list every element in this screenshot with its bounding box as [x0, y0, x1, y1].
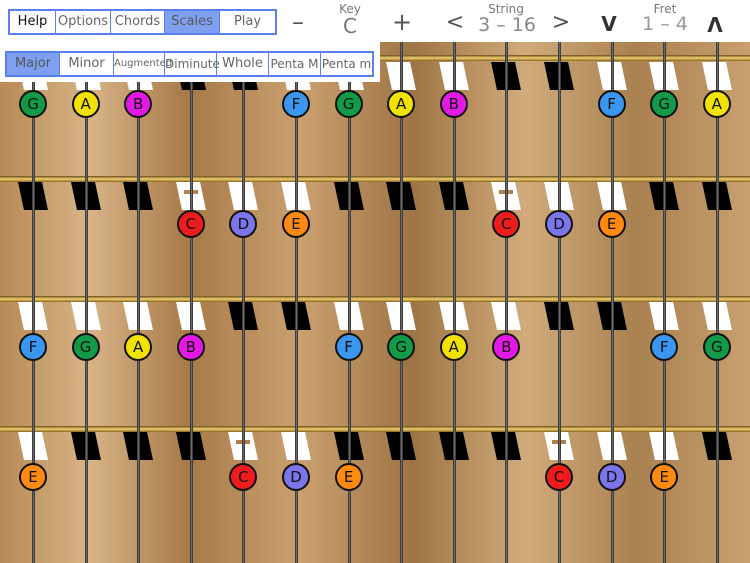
note-b[interactable]: B — [124, 90, 153, 118]
note-d[interactable]: D — [597, 463, 626, 491]
note-d[interactable]: D — [229, 210, 258, 238]
note-g[interactable]: G — [71, 333, 100, 361]
scale-diminute[interactable]: Diminute — [165, 53, 220, 75]
fret-range: 1 – 4 — [642, 13, 688, 35]
fret-up-button[interactable]: Λ — [704, 13, 726, 37]
key-plus-button[interactable]: + — [390, 8, 414, 36]
note-c[interactable]: C — [545, 463, 573, 491]
scales-button[interactable]: Scales — [165, 11, 220, 33]
note-a[interactable]: A — [702, 90, 731, 118]
options-button[interactable]: Options — [56, 11, 111, 33]
note-c[interactable]: C — [229, 463, 258, 491]
note-f[interactable]: F — [282, 90, 310, 118]
guitar-string — [452, 0, 456, 563]
note-c[interactable]: C — [492, 210, 521, 238]
scale-augmented[interactable]: Augmented — [114, 53, 172, 75]
scale-toolbar: Major Minor Augmented Diminute Whole Pen… — [0, 42, 380, 82]
note-a[interactable]: A — [124, 333, 153, 361]
key-minus-button[interactable]: – — [286, 8, 310, 36]
fret-bar — [0, 296, 750, 302]
scale-segmented-control: Major Minor Augmented Diminute Whole Pen… — [5, 51, 374, 77]
note-g[interactable]: G — [702, 333, 731, 361]
note-b[interactable]: B — [492, 333, 521, 361]
guitar-string — [505, 0, 509, 563]
note-a[interactable]: A — [387, 90, 416, 118]
guitar-string — [189, 0, 193, 563]
fretboard[interactable]: GABFGABFGACDECDEFGABFGABFGECDECDE — [0, 0, 750, 563]
scale-penta-minor[interactable]: Penta m — [321, 53, 372, 75]
note-g[interactable]: G — [334, 90, 363, 118]
scale-whole[interactable]: Whole — [217, 53, 269, 75]
note-e[interactable]: E — [282, 210, 310, 238]
note-e[interactable]: E — [334, 463, 363, 491]
note-b[interactable]: B — [439, 90, 468, 118]
guitar-string — [400, 0, 404, 563]
note-d[interactable]: D — [282, 463, 310, 491]
note-g[interactable]: G — [19, 90, 47, 118]
guitar-string — [84, 0, 88, 563]
guitar-string — [715, 0, 719, 563]
note-f[interactable]: F — [597, 90, 626, 118]
note-f[interactable]: F — [19, 333, 47, 361]
note-f[interactable]: F — [650, 333, 679, 361]
string-next-button[interactable]: > — [550, 10, 572, 35]
scale-minor[interactable]: Minor — [60, 53, 114, 75]
fret-down-button[interactable]: V — [598, 12, 620, 36]
mode-segmented-control: Help Options Chords Scales Play — [8, 9, 277, 35]
scale-major[interactable]: Major — [7, 53, 60, 75]
note-b[interactable]: B — [176, 333, 205, 361]
note-f[interactable]: F — [334, 333, 363, 361]
scale-penta-major[interactable]: Penta M — [269, 53, 321, 75]
top-toolbar: Help Options Chords Scales Play – Key C … — [0, 0, 750, 42]
note-a[interactable]: A — [71, 90, 100, 118]
key-value: C — [343, 14, 357, 38]
guitar-string — [137, 0, 141, 563]
note-e[interactable]: E — [19, 463, 47, 491]
note-g[interactable]: G — [387, 333, 416, 361]
note-e[interactable]: E — [597, 210, 626, 238]
string-range: 3 – 16 — [478, 14, 536, 36]
play-button[interactable]: Play — [220, 11, 275, 33]
note-a[interactable]: A — [439, 333, 468, 361]
help-button[interactable]: Help — [10, 11, 56, 33]
note-d[interactable]: D — [545, 210, 573, 238]
fret-bar — [0, 426, 750, 432]
note-e[interactable]: E — [650, 463, 679, 491]
note-c[interactable]: C — [176, 210, 205, 238]
chords-button[interactable]: Chords — [111, 11, 165, 33]
string-prev-button[interactable]: < — [444, 10, 466, 35]
note-g[interactable]: G — [650, 90, 679, 118]
fret-bar — [0, 176, 750, 182]
